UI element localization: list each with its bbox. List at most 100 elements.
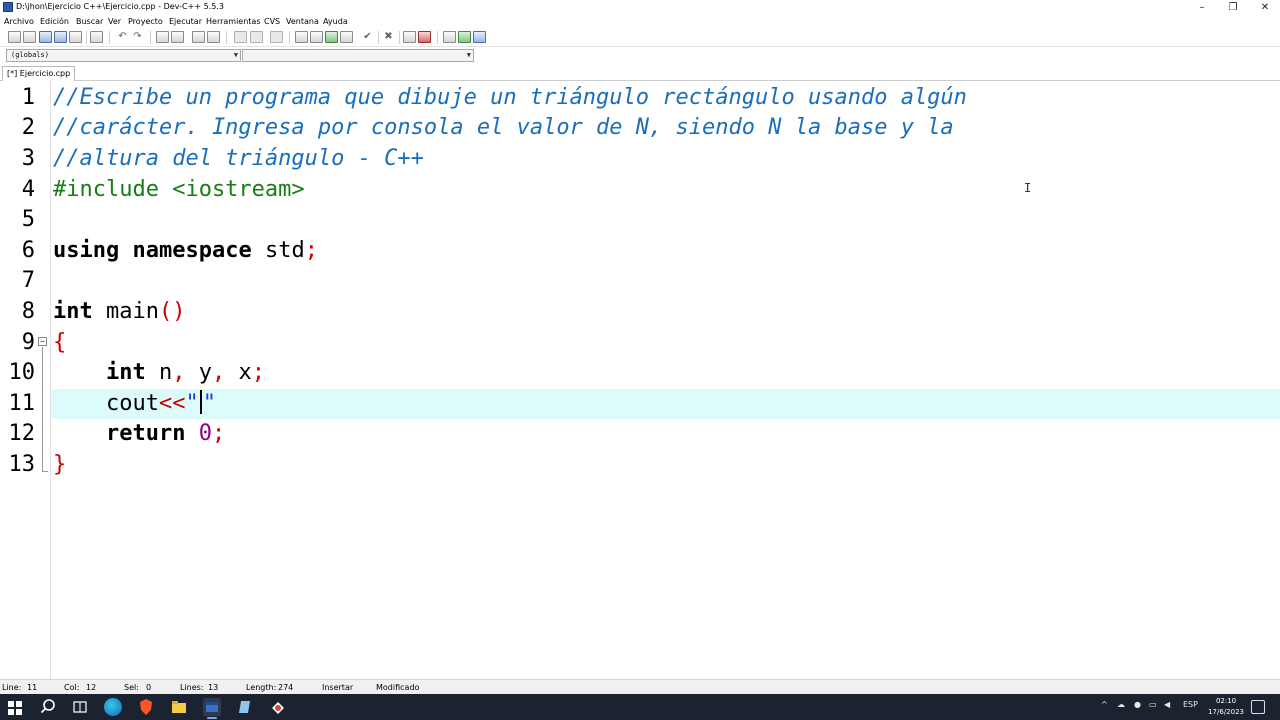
undo-icon[interactable]: ↶ xyxy=(116,31,129,43)
paint-icon[interactable] xyxy=(269,698,287,716)
menu-edicion[interactable]: Edición xyxy=(40,17,69,26)
main-toolbar: ↶ ↷ ✔ ✖ xyxy=(0,28,1280,47)
code-line-3: //altura del triángulo - C++ xyxy=(53,144,424,174)
project-options-icon[interactable] xyxy=(340,31,353,43)
volume-icon[interactable]: ◀ xyxy=(1164,700,1170,709)
keyword: namespace xyxy=(132,238,252,263)
stop-icon[interactable]: ✖ xyxy=(382,31,395,43)
code-line-6: using namespace std; xyxy=(53,236,318,266)
toolbar-separator xyxy=(150,31,151,44)
menu-cvs[interactable]: CVS xyxy=(264,17,280,26)
scope-select[interactable]: (globals) ▼ xyxy=(6,49,241,62)
chevron-down-icon: ▼ xyxy=(233,51,238,59)
open-file-icon[interactable] xyxy=(23,31,36,43)
line-number-gutter: 1 2 3 4 5 6 7 8 9 10 11 12 13 − xyxy=(0,81,51,679)
symbol: ; xyxy=(304,238,318,263)
add-to-project-icon[interactable] xyxy=(325,31,338,43)
notepad-icon[interactable] xyxy=(236,698,254,716)
task-view-icon[interactable] xyxy=(71,698,89,716)
menu-ayuda[interactable]: Ayuda xyxy=(323,17,348,26)
comment: //Escribe un programa que dibuje un triá… xyxy=(53,85,967,110)
windows-taskbar: ^ ☁ ● ▭ ◀ ESP 02:10 17/6/2023 xyxy=(0,694,1280,720)
menu-ejecutar[interactable]: Ejecutar xyxy=(169,17,202,26)
fold-collapse-icon[interactable]: − xyxy=(38,337,47,346)
symbol: , xyxy=(211,360,226,385)
close-button[interactable]: ✕ xyxy=(1250,0,1280,15)
open-project-icon[interactable] xyxy=(310,31,323,43)
class-browser-bar: (globals) ▼ ▼ xyxy=(0,47,1280,65)
brave-browser-icon[interactable] xyxy=(137,698,155,716)
clock-date: 17/6/2023 xyxy=(1208,708,1244,716)
status-sel-value: 0 xyxy=(146,683,152,692)
new-project-icon[interactable] xyxy=(295,31,308,43)
search-icon[interactable] xyxy=(39,698,57,716)
symbol: ; xyxy=(251,360,265,385)
system-clock[interactable]: 02:10 17/6/2023 xyxy=(1208,696,1244,718)
identifier: n xyxy=(158,360,173,385)
code-editor[interactable]: 1 2 3 4 5 6 7 8 9 10 11 12 13 − //Escrib… xyxy=(0,81,1280,679)
goto-line-icon[interactable] xyxy=(270,31,283,43)
bookmark-next-icon[interactable] xyxy=(250,31,263,43)
scope-select-value: (globals) xyxy=(11,51,49,59)
devcpp-taskbar-icon[interactable] xyxy=(203,698,221,719)
bookmark-prev-icon[interactable] xyxy=(234,31,247,43)
file-explorer-icon[interactable] xyxy=(170,698,188,716)
language-indicator[interactable]: ESP xyxy=(1183,700,1198,709)
status-line-value: 11 xyxy=(27,683,38,692)
preprocessor-directive: #include <iostream> xyxy=(53,177,305,202)
symbol: ; xyxy=(211,421,226,446)
profile-icon[interactable] xyxy=(473,31,486,43)
print-icon[interactable] xyxy=(90,31,103,43)
debug-icon[interactable] xyxy=(458,31,471,43)
redo-icon[interactable]: ↷ xyxy=(131,31,144,43)
line-number: 12 xyxy=(8,421,36,446)
window-title: D:\jhon\Ejercicio C++\Ejercicio.cpp - De… xyxy=(16,2,224,11)
status-length-value: 274 xyxy=(278,683,294,692)
menu-bar: Archivo Edición Buscar Ver Proyecto Ejec… xyxy=(0,15,1280,28)
check-syntax-icon[interactable]: ✔ xyxy=(361,31,374,43)
notification-center-icon[interactable] xyxy=(1251,700,1265,714)
ibeam-cursor-icon: I xyxy=(1024,181,1032,195)
code-line-10: int n, y, x; xyxy=(53,358,265,388)
display-icon[interactable]: ▭ xyxy=(1149,700,1157,709)
menu-herramientas[interactable]: Herramientas xyxy=(206,17,261,26)
microphone-icon[interactable]: ● xyxy=(1134,700,1141,709)
current-line-highlight xyxy=(51,389,1280,419)
find-icon[interactable] xyxy=(156,31,169,43)
toolbar-separator xyxy=(109,31,110,44)
member-select[interactable]: ▼ xyxy=(242,49,474,62)
windows-start-icon[interactable] xyxy=(8,700,22,715)
code-line-4: #include <iostream> xyxy=(53,175,305,205)
comment: //altura del triángulo - C++ xyxy=(53,146,424,171)
tab-ejercicio-cpp[interactable]: [*] Ejercicio.cpp xyxy=(2,66,76,81)
network-status-icon[interactable]: ☁ xyxy=(1117,700,1125,709)
line-number: 10 xyxy=(8,360,36,385)
close-file-icon[interactable] xyxy=(69,31,82,43)
menu-ver[interactable]: Ver xyxy=(108,17,121,26)
indent-icon[interactable] xyxy=(192,31,205,43)
replace-icon[interactable] xyxy=(171,31,184,43)
minimize-button[interactable]: – xyxy=(1187,0,1217,15)
line-number: 2 xyxy=(21,115,35,140)
edge-browser-icon[interactable] xyxy=(104,698,122,716)
string-literal: " xyxy=(185,391,199,416)
tray-overflow-icon[interactable]: ^ xyxy=(1101,700,1108,709)
line-number: 5 xyxy=(21,207,35,232)
keyword: return xyxy=(105,421,186,446)
status-sel-label: Sel: xyxy=(124,683,139,692)
compile-icon[interactable] xyxy=(403,31,416,43)
menu-buscar[interactable]: Buscar xyxy=(76,17,103,26)
maximize-button[interactable]: ❐ xyxy=(1218,0,1248,15)
line-number: 1 xyxy=(21,85,35,110)
menu-archivo[interactable]: Archivo xyxy=(4,17,34,26)
save-icon[interactable] xyxy=(39,31,52,43)
rebuild-icon[interactable] xyxy=(443,31,456,43)
menu-ventana[interactable]: Ventana xyxy=(286,17,319,26)
status-bar: Line: 11 Col: 12 Sel: 0 Lines: 13 Length… xyxy=(0,679,1280,694)
unindent-icon[interactable] xyxy=(207,31,220,43)
new-file-icon[interactable] xyxy=(8,31,21,43)
menu-proyecto[interactable]: Proyecto xyxy=(128,17,163,26)
compile-run-icon[interactable] xyxy=(418,31,431,43)
save-all-icon[interactable] xyxy=(54,31,67,43)
fold-guide xyxy=(42,347,43,472)
